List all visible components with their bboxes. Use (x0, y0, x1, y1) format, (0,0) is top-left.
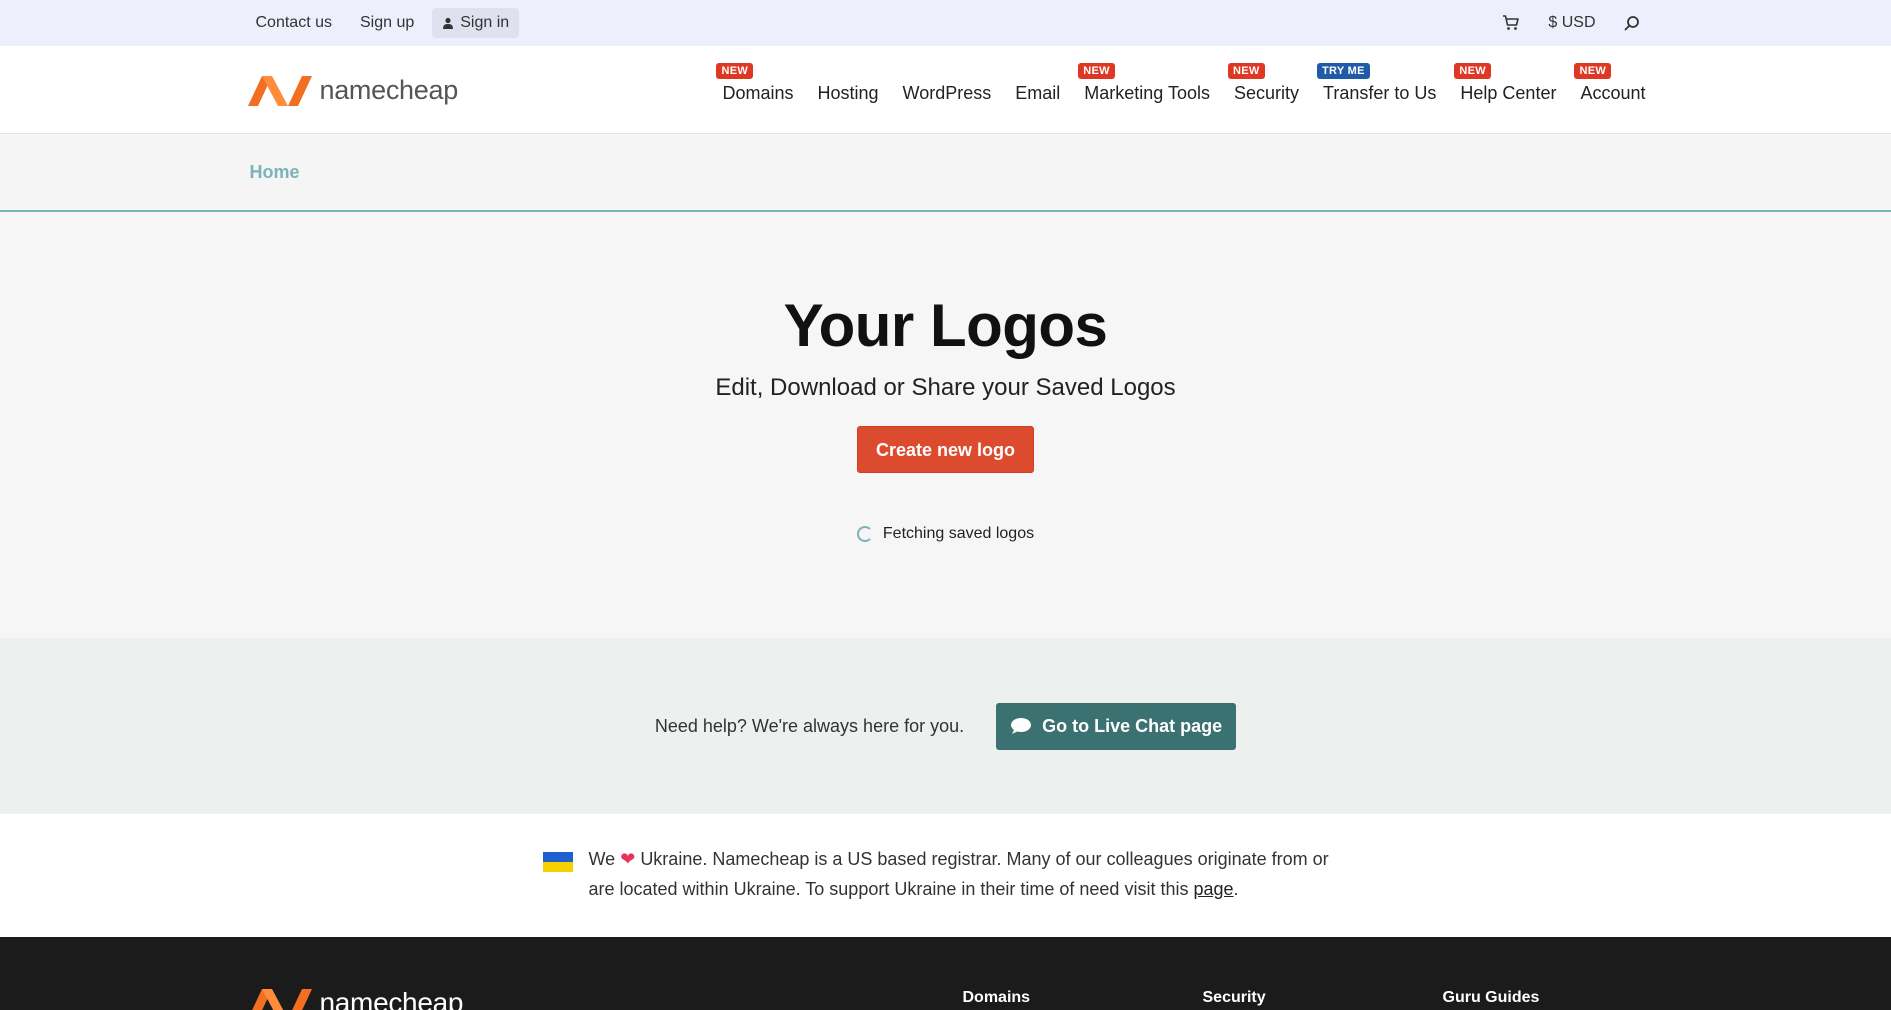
sign-in-button[interactable]: Sign in (432, 8, 520, 38)
logo-text: namecheap (319, 74, 459, 105)
chat-bubble-icon (1011, 718, 1032, 734)
footer: namecheap Domains Security Guru Guides (0, 937, 1891, 1010)
nav-hosting[interactable]: Hosting (806, 83, 891, 104)
utility-right: $ USD (1502, 14, 1639, 32)
nav-security[interactable]: NEW Security (1222, 63, 1311, 104)
namecheap-logo[interactable]: namecheap (246, 70, 458, 110)
hero-section: Your Logos Edit, Download or Share your … (0, 212, 1891, 638)
nav-domains[interactable]: NEW Domains (710, 63, 805, 104)
namecheap-logo-icon (247, 76, 312, 106)
nav-label: Hosting (817, 83, 879, 103)
ukraine-page-link[interactable]: page (1193, 879, 1233, 899)
create-new-logo-button[interactable]: Create new logo (856, 426, 1035, 473)
ukraine-notice: We ❤ Ukraine. Namecheap is a US based re… (0, 814, 1891, 940)
contact-us-link[interactable]: Contact us (246, 8, 342, 38)
ukraine-flag-icon (542, 852, 573, 872)
nav-label: Email (1015, 83, 1061, 103)
footer-col-guru-guides[interactable]: Guru Guides (1443, 989, 1540, 1007)
nav-label: Domains (722, 83, 794, 103)
main-nav: NEW Domains Hosting WordPress Email NEW Ma… (710, 46, 1646, 134)
new-badge: NEW (716, 63, 754, 79)
nav-email[interactable]: Email (1003, 83, 1072, 104)
help-band: Need help? We're always here for you. Go… (0, 638, 1891, 814)
nav-label: Help Center (1460, 83, 1557, 103)
fetching-text: Fetching saved logos (882, 525, 1035, 542)
page-subtitle: Edit, Download or Share your Saved Logos (715, 374, 1176, 401)
help-text: Need help? We're always here for you. (654, 715, 965, 736)
namecheap-logo-icon (251, 989, 312, 1010)
new-badge: NEW (1078, 63, 1115, 79)
live-chat-label: Go to Live Chat page (1042, 715, 1223, 736)
footer-logo[interactable]: namecheap (246, 983, 464, 1010)
new-badge: NEW (1574, 63, 1612, 79)
spinner-icon (856, 526, 873, 542)
nav-label: Marketing Tools (1084, 83, 1210, 103)
sign-up-link[interactable]: Sign up (350, 8, 424, 38)
breadcrumb-home[interactable]: Home (250, 162, 300, 183)
nav-marketing-tools[interactable]: NEW Marketing Tools (1072, 63, 1222, 104)
page-title: Your Logos (783, 292, 1108, 359)
main-header: namecheap NEW Domains Hosting WordPress E… (0, 46, 1891, 134)
live-chat-button[interactable]: Go to Live Chat page (996, 702, 1237, 750)
new-badge: NEW (1454, 63, 1491, 79)
ukraine-text-end: . (1233, 879, 1239, 899)
footer-col-security[interactable]: Security (1203, 989, 1266, 1007)
nav-help-center[interactable]: NEW Help Center (1448, 63, 1568, 104)
breadcrumb: Home (0, 134, 1891, 212)
new-badge: NEW (1228, 63, 1265, 79)
ukraine-text-pre: We (588, 849, 616, 869)
nav-wordpress[interactable]: WordPress (891, 83, 1004, 104)
nav-label: WordPress (902, 83, 992, 103)
nav-account[interactable]: NEW Account (1568, 63, 1646, 104)
try-me-badge: TRY ME (1317, 63, 1370, 79)
ukraine-text: We ❤ Ukraine. Namecheap is a US based re… (589, 844, 1349, 940)
nav-transfer[interactable]: TRY ME Transfer to Us (1311, 63, 1448, 104)
sign-in-label: Sign in (460, 14, 510, 31)
nav-label: Transfer to Us (1323, 83, 1437, 103)
fetching-status: Fetching saved logos (856, 525, 1035, 543)
heart-icon: ❤ (620, 849, 636, 869)
footer-logo-text: namecheap (319, 987, 464, 1010)
currency-selector[interactable]: $ USD (1548, 14, 1595, 32)
footer-col-domains[interactable]: Domains (963, 989, 1031, 1007)
search-icon[interactable] (1624, 15, 1640, 31)
utility-bar: Contact us Sign up Sign in $ USD (0, 0, 1891, 46)
user-icon (443, 17, 454, 29)
nav-label: Account (1580, 83, 1646, 103)
utility-links: Contact us Sign up Sign in (246, 8, 520, 38)
cart-icon[interactable] (1502, 15, 1520, 31)
nav-label: Security (1234, 83, 1300, 103)
